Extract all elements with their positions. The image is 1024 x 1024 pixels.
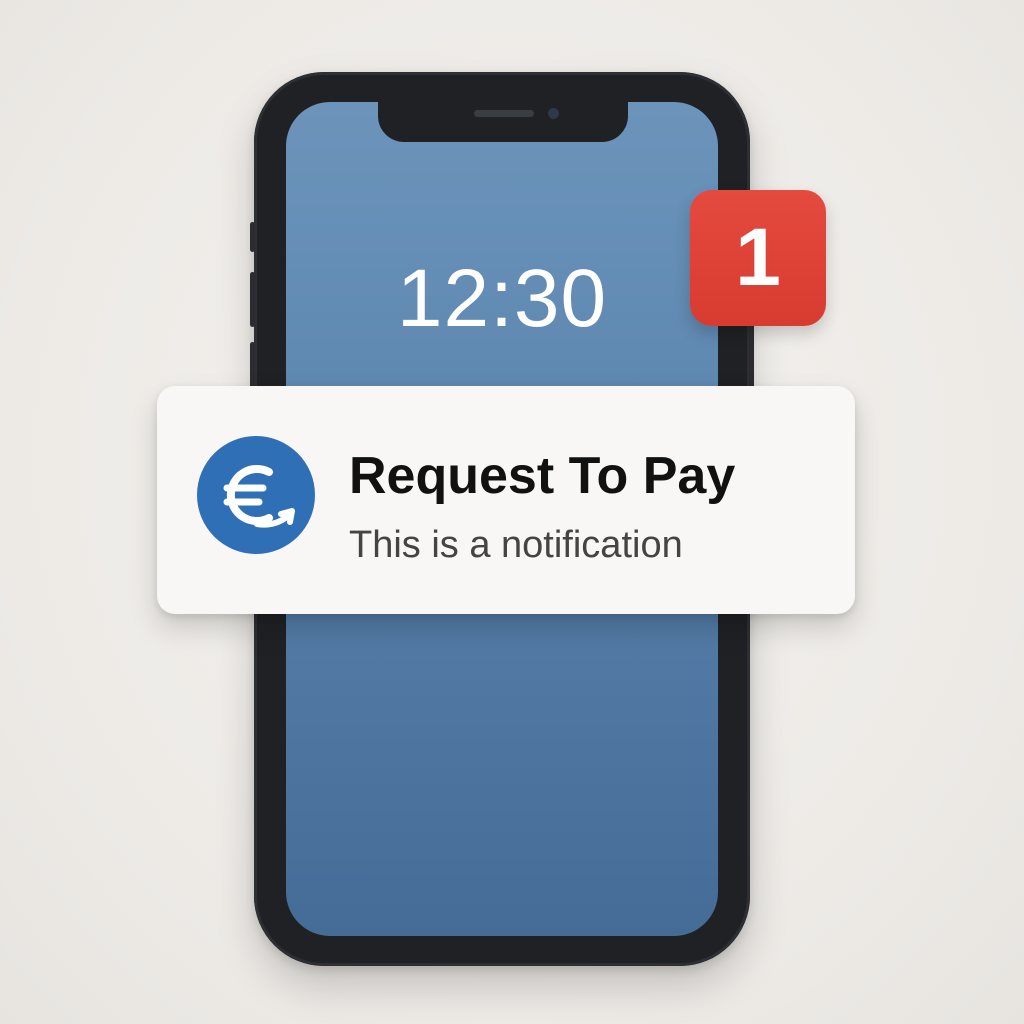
silent-switch xyxy=(250,222,255,252)
notification-title: Request To Pay xyxy=(349,447,736,505)
notification-body: This is a notification xyxy=(349,524,683,566)
scene: 12:30 1 Request To Pay This is a notific… xyxy=(0,0,1024,1024)
notification-banner[interactable]: Request To Pay This is a notification xyxy=(157,386,855,614)
euro-exchange-icon xyxy=(197,436,315,554)
notch xyxy=(378,102,628,142)
notification-count-badge: 1 xyxy=(690,190,826,326)
earpiece-speaker xyxy=(474,110,534,117)
volume-up-button xyxy=(250,272,255,327)
front-camera xyxy=(548,108,559,119)
lock-screen-clock: 12:30 xyxy=(396,253,608,344)
